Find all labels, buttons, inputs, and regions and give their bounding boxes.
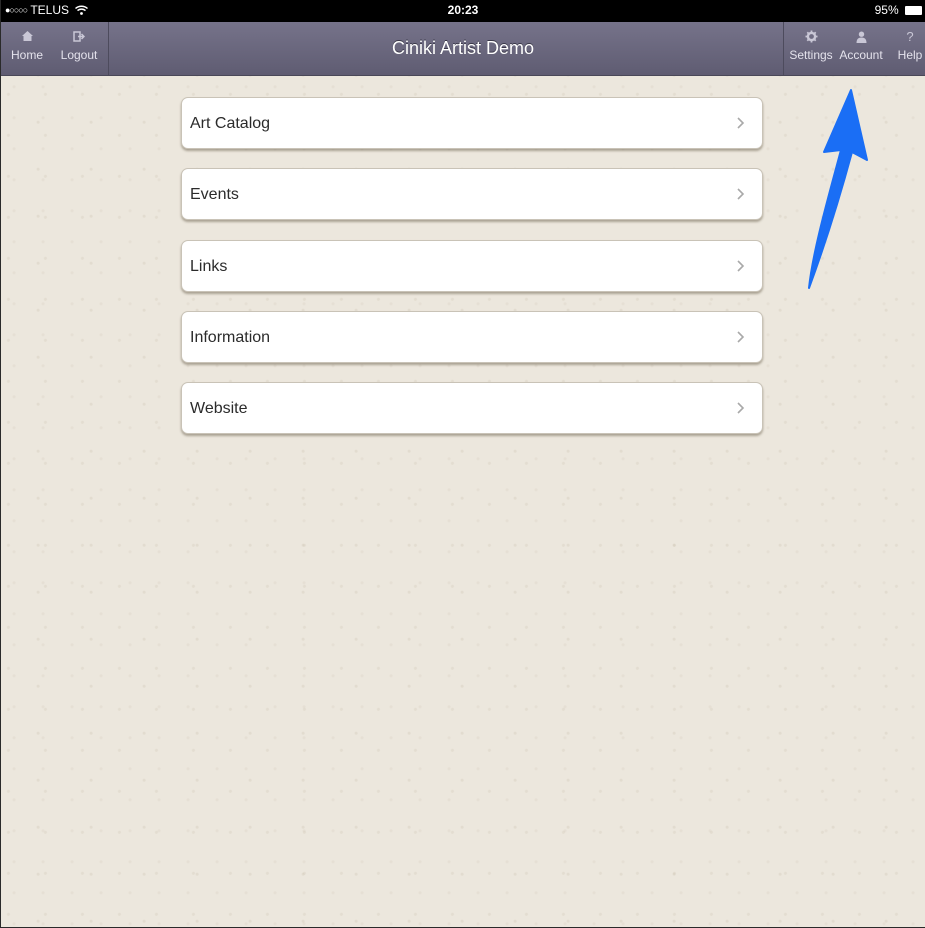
app-screen: ●○○○○ TELUS 20:23 95% Home Logout Ciniki… — [0, 0, 925, 928]
menu-item-links[interactable]: Links — [181, 240, 763, 292]
nav-divider — [783, 22, 784, 75]
menu-item-events[interactable]: Events — [181, 168, 763, 220]
menu-item-label: Website — [190, 400, 248, 417]
chevron-right-icon — [737, 260, 745, 272]
battery-icon — [905, 6, 922, 15]
chevron-right-icon — [737, 117, 745, 129]
nav-bar: Home Logout Ciniki Artist Demo Settings — [1, 22, 925, 76]
settings-button[interactable]: Settings — [787, 26, 835, 72]
person-icon — [837, 26, 885, 48]
clock: 20:23 — [447, 3, 479, 17]
chevron-right-icon — [737, 331, 745, 343]
status-right: 95% — [875, 3, 922, 17]
menu-item-website[interactable]: Website — [181, 382, 763, 434]
menu-item-label: Information — [190, 329, 271, 346]
gear-icon — [787, 26, 835, 48]
account-button[interactable]: Account — [837, 26, 885, 72]
menu-item-art-catalog[interactable]: Art Catalog — [181, 97, 763, 149]
question-icon: ? — [906, 29, 914, 44]
battery-percent: 95% — [874, 3, 899, 17]
account-button-label: Account — [839, 48, 883, 62]
chevron-right-icon — [737, 188, 745, 200]
menu-item-label: Links — [190, 258, 228, 275]
help-button[interactable]: ? Help — [895, 26, 925, 72]
status-bar: ●○○○○ TELUS 20:23 95% — [1, 0, 925, 22]
menu-item-label: Art Catalog — [190, 115, 271, 132]
help-button-label: Help — [897, 48, 923, 62]
settings-button-label: Settings — [789, 48, 833, 62]
menu-item-label: Events — [190, 186, 239, 203]
chevron-right-icon — [737, 402, 745, 414]
menu-item-information[interactable]: Information — [181, 311, 763, 363]
